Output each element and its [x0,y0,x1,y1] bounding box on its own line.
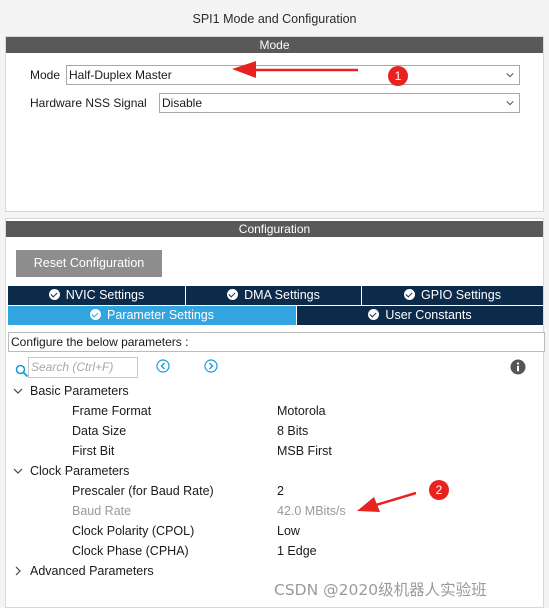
chevron-down-icon [506,101,514,106]
param-value: Motorola [277,404,326,418]
group-label: Advanced Parameters [30,564,154,578]
check-circle-icon [227,289,239,300]
param-value: 42.0 MBits/s [277,504,346,518]
search-icon [15,364,29,378]
tab-nvic-settings[interactable]: NVIC Settings [8,286,185,305]
tab-dma-settings[interactable]: DMA Settings [186,286,361,305]
group-clock-parameters[interactable]: Clock Parameters [6,461,536,481]
param-value: Low [277,524,300,538]
annotation-marker-1: 1 [388,66,408,86]
param-value: MSB First [277,444,332,458]
configuration-panel: Configuration Reset Configuration NVIC S… [5,218,545,608]
reset-configuration-button[interactable]: Reset Configuration [16,250,162,277]
csdn-watermark: CSDN @2020级机器人实验班 [274,581,487,599]
param-name: First Bit [72,444,115,458]
param-name: Baud Rate [72,504,132,518]
group-label: Clock Parameters [30,464,130,478]
previous-icon[interactable] [156,359,170,373]
nss-select-value: Disable [162,96,203,110]
param-name: Frame Format [72,404,152,418]
param-row[interactable]: First Bit MSB First [6,441,536,461]
tab-label: DMA Settings [244,288,320,302]
info-icon[interactable] [510,359,526,375]
mode-panel-header: Mode [6,37,543,53]
tab-label: Parameter Settings [107,308,214,322]
mode-select[interactable]: Half-Duplex Master [66,65,520,85]
param-name: Data Size [72,424,127,438]
param-value: 2 [277,484,284,498]
param-name: Prescaler (for Baud Rate) [72,484,214,498]
param-name: Clock Phase (CPHA) [72,544,189,558]
mode-label: Mode [30,68,61,82]
configuration-panel-header: Configuration [6,221,543,237]
chevron-down-icon [13,468,23,474]
param-row[interactable]: Frame Format Motorola [6,401,536,421]
nss-label: Hardware NSS Signal [30,96,147,110]
tab-label: GPIO Settings [421,288,501,302]
param-name: Clock Polarity (CPOL) [72,524,195,538]
param-row[interactable]: Clock Phase (CPHA) 1 Edge [6,541,536,561]
nss-select[interactable]: Disable [159,93,520,113]
mode-panel: Mode Mode Half-Duplex Master Hardware NS… [5,36,544,212]
param-value: 8 Bits [277,424,309,438]
tab-gpio-settings[interactable]: GPIO Settings [362,286,543,305]
tab-user-constants[interactable]: User Constants [297,306,543,325]
param-row: Baud Rate 42.0 MBits/s [6,501,536,521]
group-label: Basic Parameters [30,384,129,398]
chevron-down-icon [13,388,23,394]
tab-label: NVIC Settings [65,288,145,302]
mode-select-value: Half-Duplex Master [69,68,172,82]
chevron-right-icon [15,566,21,576]
tab-label: User Constants [385,308,472,322]
chevron-down-icon [506,73,514,78]
check-circle-icon [48,289,60,300]
search-input[interactable]: Search (Ctrl+F) [28,357,138,378]
next-icon[interactable] [204,359,218,373]
window-title: SPI1 Mode and Configuration [0,0,549,36]
check-circle-icon [368,309,380,320]
tab-parameter-settings[interactable]: Parameter Settings [8,306,296,325]
param-value: 1 Edge [277,544,317,558]
param-row[interactable]: Clock Polarity (CPOL) Low [6,521,536,541]
param-row[interactable]: Data Size 8 Bits [6,421,536,441]
annotation-marker-2: 2 [429,480,449,500]
check-circle-icon [90,309,101,320]
configure-hint: Configure the below parameters : [8,332,545,352]
param-row[interactable]: Prescaler (for Baud Rate) 2 [6,481,536,501]
group-basic-parameters[interactable]: Basic Parameters [6,381,536,401]
check-circle-icon [404,289,416,300]
